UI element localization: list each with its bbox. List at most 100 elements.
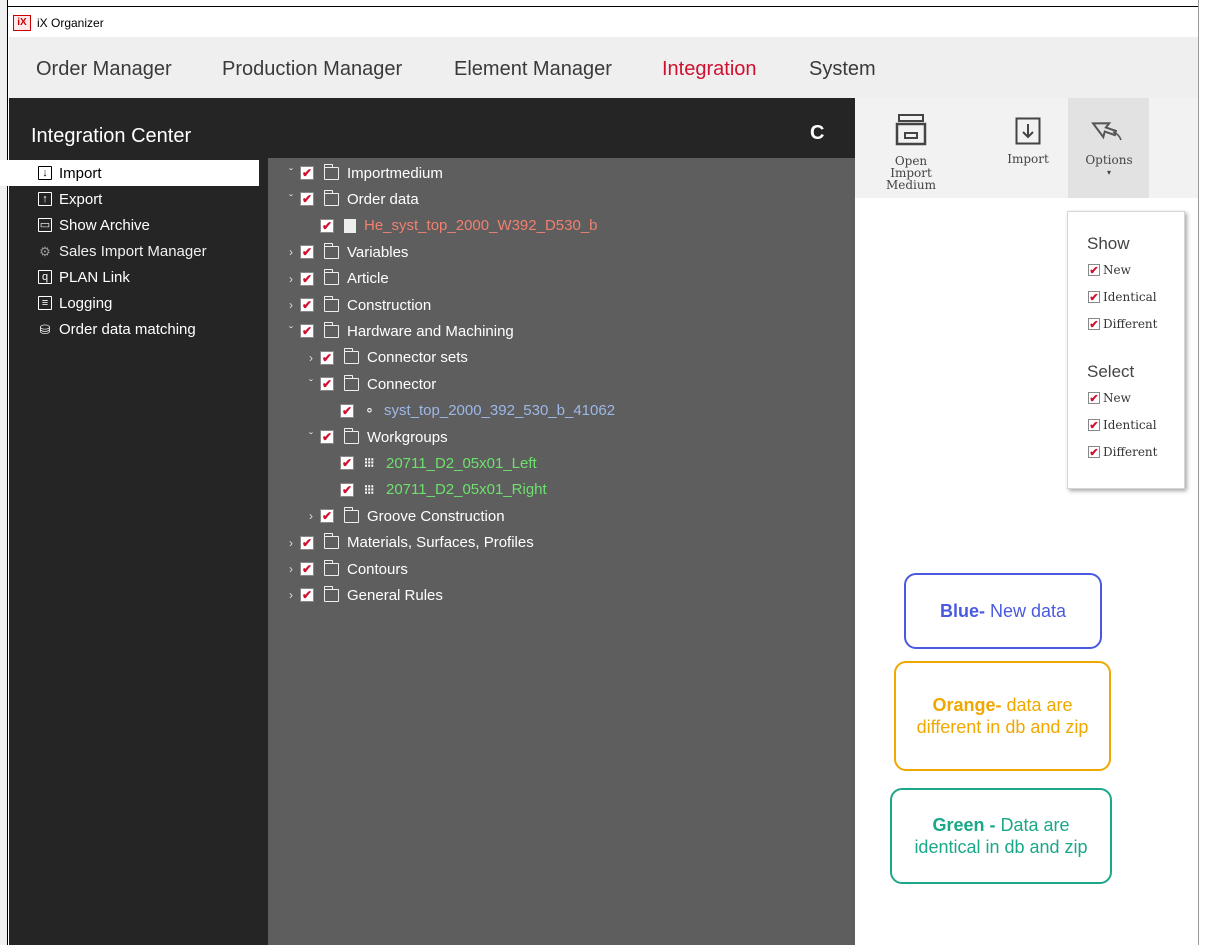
tree-row[interactable]: ✔ ⁝⁝⁝ 20711_D2_05x01_Right [325,477,547,503]
menu-integration[interactable]: Integration [662,58,757,81]
tree-checkbox[interactable]: ✔ [300,298,314,312]
chevron-down-icon[interactable]: ˇ [285,192,297,206]
import-button[interactable]: Import [1000,117,1056,165]
chevron-right-icon[interactable]: › [285,245,297,259]
sidebar-item-sales-import-manager[interactable]: ⚙ Sales Import Manager [0,238,259,264]
chevron-right-icon[interactable]: › [285,588,297,602]
show-identical-checkbox[interactable]: ✔ Identical [1088,290,1157,304]
chevron-down-icon[interactable]: ˇ [285,324,297,338]
tree-checkbox[interactable]: ✔ [320,377,334,392]
tree-row[interactable]: ˇ ✔ Hardware and Machining [285,318,514,344]
menu-system[interactable]: System [809,58,876,81]
show-different-checkbox[interactable]: ✔ Different [1088,317,1157,331]
show-heading: Show [1087,234,1130,253]
tree-row[interactable]: › ✔ Construction [285,292,431,318]
tree-row[interactable]: › ✔ General Rules [285,582,443,608]
tree-checkbox[interactable]: ✔ [320,509,334,524]
tree-row[interactable]: ˇ ✔ Order data [285,186,419,212]
database-icon: ⛁ [39,321,51,337]
checkmark-icon: ✔ [1088,290,1100,304]
open-import-medium-button[interactable]: Open Import Medium [866,113,956,191]
tree-label: Materials, Surfaces, Profiles [347,534,534,552]
sidebar-item-label: Order data matching [59,320,196,338]
checkmark-icon: ✔ [1088,391,1100,405]
tree-checkbox[interactable]: ✔ [300,562,314,576]
sidebar-item-logging[interactable]: ≡ Logging [0,290,259,316]
legend-orange: Orange- data are different in db and zip [894,661,1111,771]
tree-label: Groove Construction [367,507,505,525]
tree-row[interactable]: › ✔ Groove Construction [305,503,505,529]
legend-blue-text: New data [984,601,1067,621]
select-different-checkbox[interactable]: ✔ Different [1088,445,1157,459]
open-label-line2: Import Medium [885,166,936,192]
import-icon: ↓ [38,166,52,180]
tree-header-extension [268,98,855,158]
select-identical-checkbox[interactable]: ✔ Identical [1088,418,1157,432]
tree-checkbox[interactable]: ✔ [300,192,314,207]
chevron-right-icon[interactable]: › [285,298,297,312]
chevron-right-icon[interactable]: › [305,509,317,523]
tree-row[interactable]: ˇ ✔ Importmedium [285,160,443,186]
tree-label: He_syst_top_2000_W392_D530_b [364,217,598,235]
chevron-down-icon[interactable]: ˇ [305,377,317,391]
tree-row[interactable]: ˇ ✔ Workgroups [305,424,448,450]
app-logo-icon: iX [13,14,31,31]
sidebar-item-show-archive[interactable]: ▭ Show Archive [0,212,259,238]
chevron-down-icon[interactable]: ˇ [285,166,297,180]
tree-checkbox[interactable]: ✔ [320,430,334,444]
cursor-pointer-icon [1091,122,1122,141]
menu-order-manager[interactable]: Order Manager [36,58,172,81]
chevron-down-icon[interactable]: ˇ [305,430,317,444]
tree-checkbox[interactable]: ✔ [300,245,314,260]
option-label: Identical [1103,290,1157,304]
sidebar-item-export[interactable]: ↑ Export [0,186,259,212]
options-button[interactable]: Options ▾ [1076,114,1142,179]
tree-row[interactable]: › ✔ Article [285,266,389,292]
tree-checkbox[interactable]: ✔ [340,403,354,418]
tree-row[interactable]: ✔ ⁝⁝⁝ 20711_D2_05x01_Left [325,450,537,476]
tree-checkbox[interactable]: ✔ [340,482,354,497]
menu-element-manager[interactable]: Element Manager [454,58,612,81]
window-top-border [0,0,1205,7]
tree-row[interactable]: › ✔ Contours [285,556,408,582]
tree-checkbox[interactable]: ✔ [340,456,354,471]
tree-checkbox[interactable]: ✔ [300,535,314,550]
tree-label: Order data [347,190,419,208]
chevron-right-icon[interactable]: › [305,351,317,365]
folder-icon [323,321,339,338]
sidebar-item-order-data-matching[interactable]: ⛁ Order data matching [0,316,259,342]
tree-label: Article [347,270,389,288]
tree-row[interactable]: ˇ ✔ Connector [305,371,436,397]
tree-row[interactable]: ✔ He_syst_top_2000_W392_D530_b [305,213,598,239]
sidebar-item-label: Show Archive [59,216,150,234]
folder-icon [343,427,359,444]
tree-row[interactable]: › ✔ Connector sets [305,345,468,371]
tree-label: Workgroups [367,428,448,446]
sidebar-item-import[interactable]: ↓ Import [0,160,259,186]
tree-checkbox[interactable]: ✔ [300,588,314,603]
sidebar-item-plan-link[interactable]: q PLAN Link [0,264,259,290]
select-heading: Select [1087,362,1135,381]
show-new-checkbox[interactable]: ✔ New [1088,263,1131,277]
sidebar-item-label: Logging [59,294,113,312]
tree-checkbox[interactable]: ✔ [320,350,334,365]
select-new-checkbox[interactable]: ✔ New [1088,391,1131,405]
tree-row[interactable]: ✔ ⚬ syst_top_2000_392_530_b_41062 [325,398,615,424]
folder-icon [343,374,359,391]
folder-icon [323,269,339,286]
chevron-right-icon[interactable]: › [285,272,297,286]
menu-production-manager[interactable]: Production Manager [222,58,402,81]
tree-checkbox[interactable]: ✔ [300,166,314,180]
tree-checkbox[interactable]: ✔ [300,324,314,339]
legend-blue-title: Blue- [939,601,985,621]
refresh-icon[interactable]: C [810,122,824,145]
folder-icon [323,559,339,576]
tree-checkbox[interactable]: ✔ [320,218,334,233]
archive-box-icon [895,114,927,146]
chevron-right-icon[interactable]: › [285,536,297,550]
checkmark-icon: ✔ [1088,445,1100,459]
tree-row[interactable]: › ✔ Materials, Surfaces, Profiles [285,530,534,556]
tree-row[interactable]: › ✔ Variables [285,239,408,265]
chevron-right-icon[interactable]: › [285,562,297,576]
tree-checkbox[interactable]: ✔ [300,271,314,286]
